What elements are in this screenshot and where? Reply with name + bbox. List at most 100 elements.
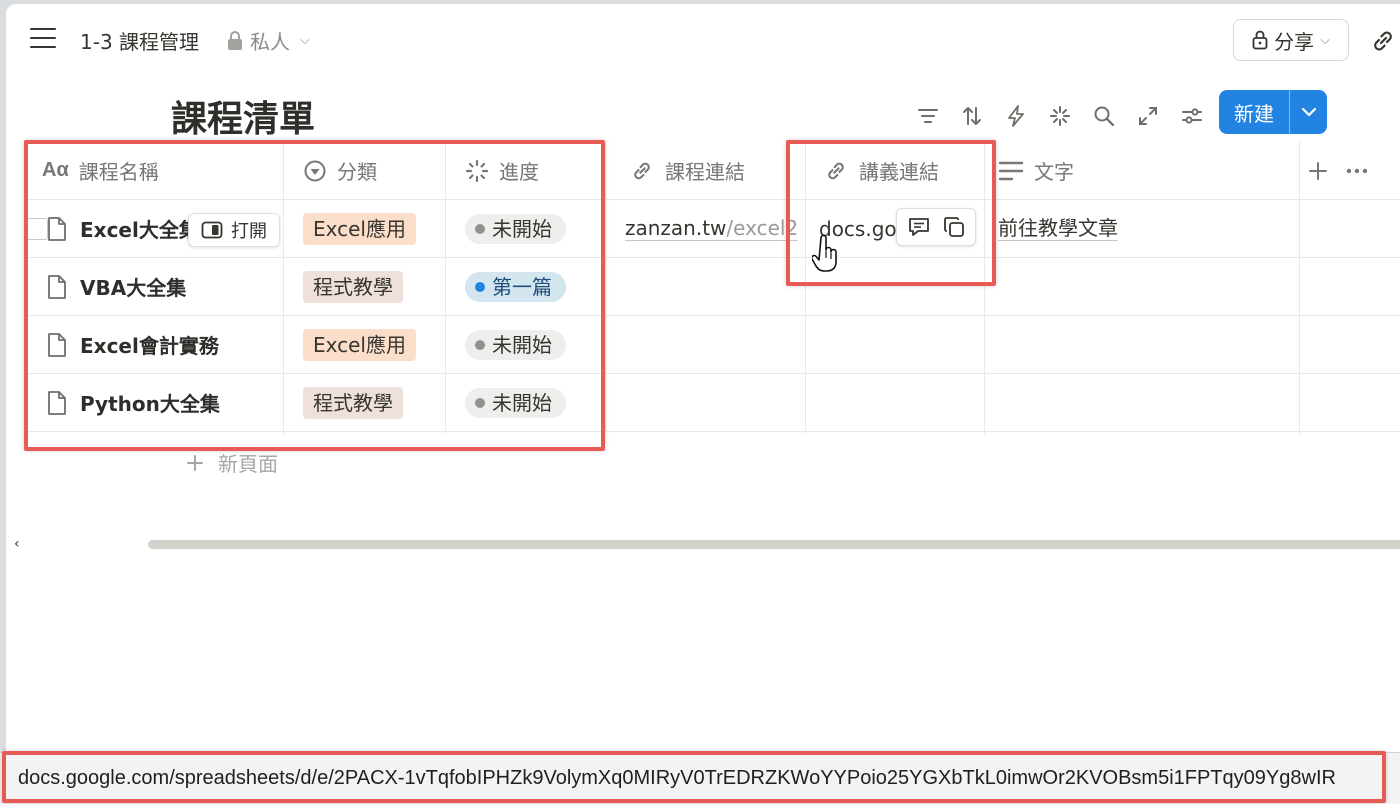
expand-icon[interactable] — [1126, 96, 1170, 136]
breadcrumb[interactable]: 1-3 課程管理 — [80, 26, 199, 55]
status-badge: 未開始 — [465, 387, 566, 418]
hover-url: docs.google.com/spreadsheets/d/e/2PACX-1… — [18, 767, 1336, 789]
column-header-name[interactable]: Aα 課程名稱 — [28, 142, 283, 199]
lock-icon — [228, 30, 242, 50]
scroll-left-icon[interactable]: ‹ — [14, 536, 20, 552]
select-icon — [304, 160, 326, 181]
status-badge: 未開始 — [465, 329, 566, 360]
table-row[interactable]: Excel會計實務 Excel應用 未開始 — [28, 316, 1400, 374]
new-page-label: 新頁面 — [218, 452, 278, 476]
database-title[interactable]: 課程清單 — [171, 90, 315, 142]
database-toolbar — [906, 96, 1214, 136]
text-cell[interactable]: 前往教學文章 — [998, 200, 1298, 257]
page-icon — [48, 216, 66, 241]
status-dot — [475, 281, 485, 292]
name-cell[interactable]: VBA大全集 — [28, 258, 283, 315]
page-icon — [48, 332, 66, 357]
status-cell[interactable]: 第一篇 — [465, 258, 605, 315]
horizontal-scrollbar[interactable] — [148, 540, 1400, 549]
page-name: Excel大全集 — [80, 218, 199, 242]
copy-link-icon[interactable] — [1368, 26, 1398, 56]
column-header-category[interactable]: 分類 — [283, 142, 445, 199]
open-label: 打開 — [231, 221, 267, 242]
name-cell[interactable]: Python大全集 — [28, 374, 283, 431]
lock-icon — [1252, 30, 1268, 50]
new-page-button[interactable]: 新頁面 — [186, 448, 278, 477]
course-link[interactable]: zanzan.tw/excel2 — [625, 216, 799, 241]
status-badge: 未開始 — [465, 213, 566, 244]
category-cell[interactable]: 程式教學 — [303, 258, 443, 315]
privacy-label: 私人 — [250, 30, 290, 54]
side-peek-icon — [201, 221, 223, 239]
status-dot — [475, 339, 485, 350]
column-header-text[interactable]: 文字 — [984, 142, 1299, 199]
add-column-icon[interactable] — [1308, 161, 1328, 181]
category-tag: Excel應用 — [303, 328, 416, 361]
status-dot — [475, 223, 485, 234]
category-cell[interactable]: 程式教學 — [303, 374, 443, 431]
category-cell[interactable]: Excel應用 — [303, 316, 443, 373]
share-label: 分享 — [1274, 29, 1315, 54]
link-icon — [634, 162, 650, 179]
chevron-down-icon: ⌵ — [1320, 32, 1330, 48]
table-row[interactable]: Python大全集 程式教學 未開始 — [28, 374, 1400, 432]
link-hover-toolbar — [896, 208, 976, 246]
status-cell[interactable]: 未開始 — [465, 200, 605, 257]
page-name: Excel會計實務 — [80, 334, 219, 358]
chevron-down-icon: ⌵ — [300, 33, 310, 48]
text-type-icon: Aα — [42, 159, 69, 181]
hand-cursor-icon — [812, 234, 837, 272]
comment-icon[interactable] — [904, 212, 934, 242]
name-cell[interactable]: Excel會計實務 — [28, 316, 283, 373]
column-header-label: 進度 — [499, 160, 539, 184]
category-tag: 程式教學 — [303, 386, 403, 419]
column-header-course-link[interactable]: 課程連結 — [605, 142, 805, 199]
chevron-down-icon[interactable] — [1290, 107, 1327, 117]
page-name: VBA大全集 — [80, 276, 187, 300]
course-link-path: /excel2 — [726, 216, 799, 240]
text-lines-icon — [998, 161, 1024, 180]
column-header-handout-link[interactable]: 講義連結 — [805, 142, 984, 199]
text-link[interactable]: 前往教學文章 — [998, 216, 1118, 241]
status-cell[interactable]: 未開始 — [465, 374, 605, 431]
ai-sparkle-icon[interactable] — [1038, 96, 1082, 136]
menu-icon[interactable] — [30, 28, 56, 50]
notion-page: 1-3 課程管理 私人 ⌵ 分享 ⌵ 課程清單 新建 Aα 課程名稱 分類 進度… — [6, 4, 1400, 804]
share-button[interactable]: 分享 ⌵ — [1233, 19, 1349, 61]
status-label: 未開始 — [492, 390, 552, 415]
course-link-domain: zanzan.tw — [625, 216, 727, 240]
filter-icon[interactable] — [906, 96, 950, 136]
category-tag: Excel應用 — [303, 212, 416, 245]
status-label: 未開始 — [492, 332, 552, 357]
page-icon — [48, 274, 66, 299]
status-cell[interactable]: 未開始 — [465, 316, 605, 373]
status-dot — [475, 397, 485, 408]
category-cell[interactable]: Excel應用 — [303, 200, 443, 257]
column-header-status[interactable]: 進度 — [445, 142, 605, 199]
status-label: 第一篇 — [492, 274, 552, 299]
new-button-label: 新建 — [1234, 101, 1274, 126]
new-button[interactable]: 新建 — [1219, 90, 1327, 134]
copy-icon[interactable] — [939, 212, 969, 242]
open-page-button[interactable]: 打開 — [188, 213, 280, 247]
search-icon[interactable] — [1082, 96, 1126, 136]
course-link-cell[interactable]: zanzan.tw/excel2 — [625, 200, 805, 257]
table-row[interactable]: Excel大全集 打開 Excel應用 未開始 zanzan.tw/excel2… — [26, 200, 1400, 258]
column-header-label: 課程連結 — [665, 160, 745, 184]
top-bar: 1-3 課程管理 私人 ⌵ 分享 ⌵ — [6, 4, 1400, 76]
header-actions — [1308, 142, 1368, 200]
settings-sliders-icon[interactable] — [1170, 96, 1214, 136]
status-badge: 第一篇 — [465, 271, 566, 302]
more-options-icon[interactable] — [1346, 168, 1368, 174]
link-icon — [828, 162, 844, 179]
column-header-label: 文字 — [1034, 160, 1074, 184]
column-header-label: 課程名稱 — [78, 160, 159, 184]
plus-icon — [187, 454, 203, 471]
column-header-label: 分類 — [337, 160, 377, 184]
privacy-dropdown[interactable]: 私人 ⌵ — [226, 26, 310, 55]
sort-icon[interactable] — [950, 96, 994, 136]
column-header-label: 講義連結 — [859, 160, 939, 184]
table-row[interactable]: VBA大全集 程式教學 第一篇 — [28, 258, 1400, 316]
automation-icon[interactable] — [994, 96, 1038, 136]
browser-status-bar: docs.google.com/spreadsheets/d/e/2PACX-1… — [0, 751, 1400, 804]
